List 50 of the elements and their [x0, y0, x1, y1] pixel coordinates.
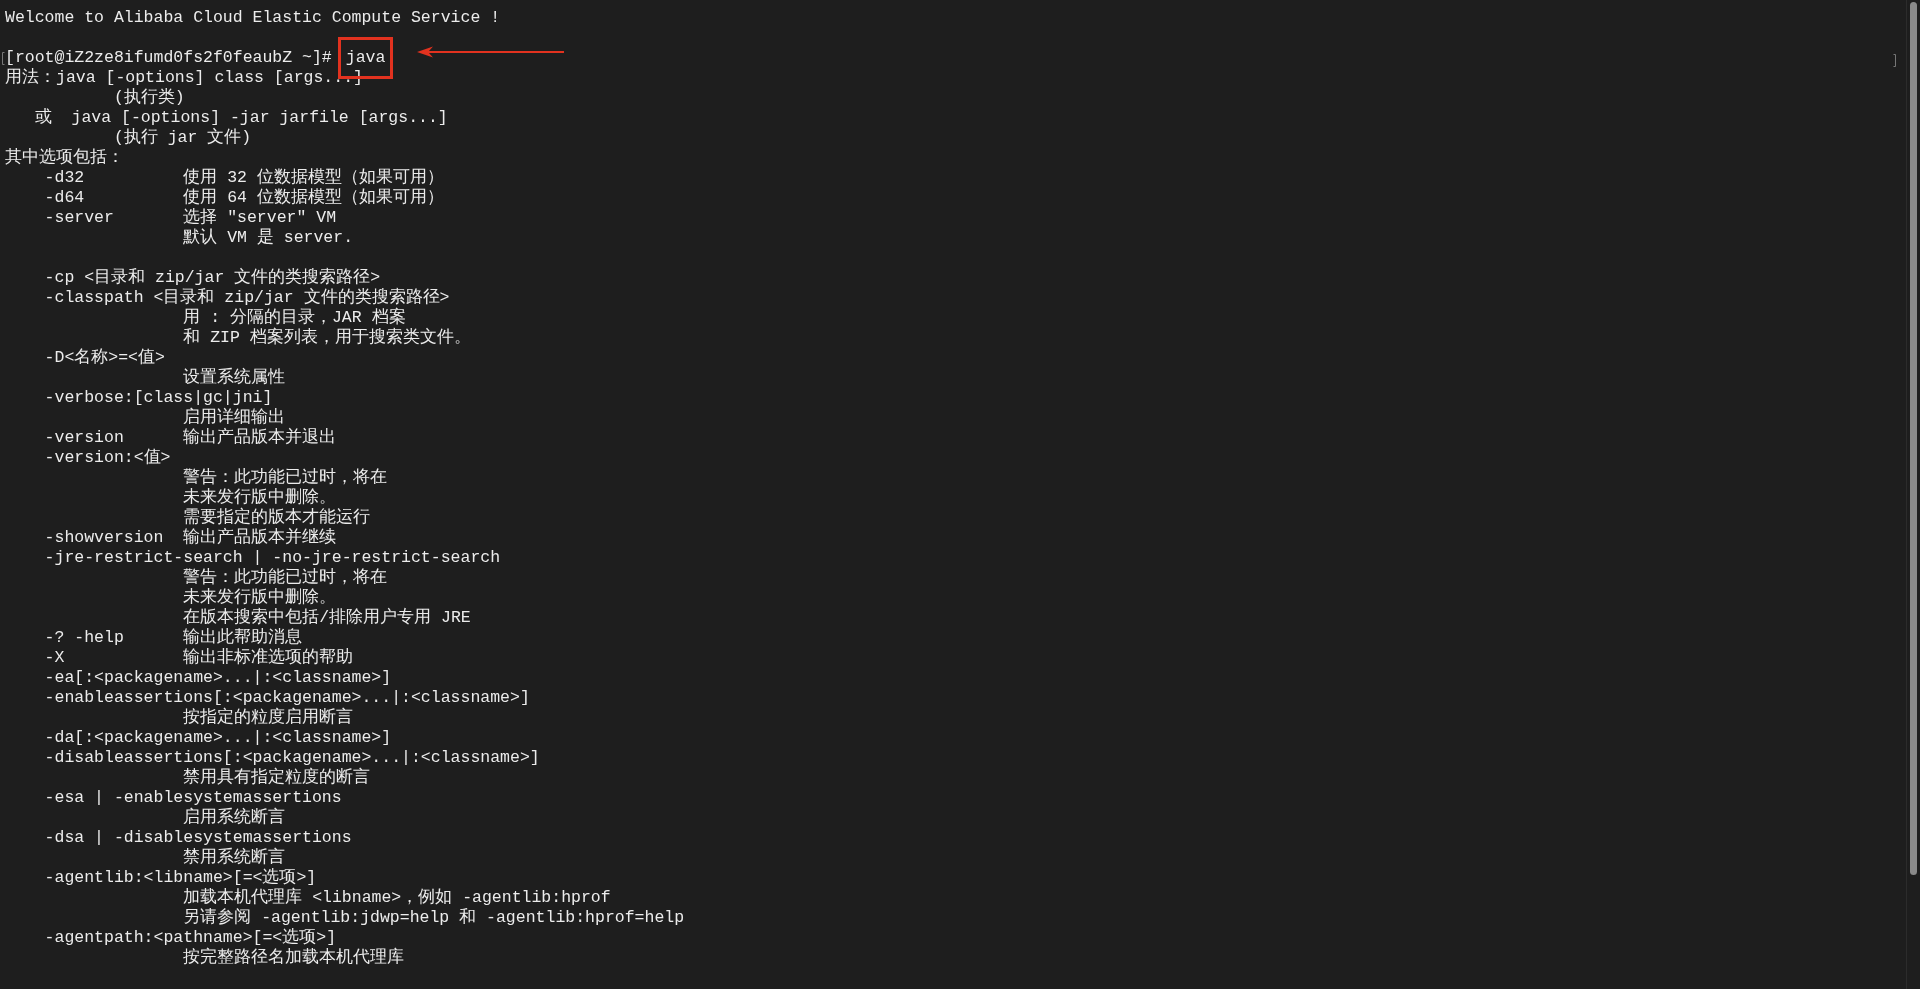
terminal-line: -ea[:<packagename>...|:<classname>]: [43, 668, 392, 688]
terminal-line: -X 输出非标准选项的帮助: [43, 648, 354, 668]
terminal-line: 或 java [-options] -jar jarfile [args...]: [33, 108, 448, 128]
terminal-line: -jre-restrict-search | -no-jre-restrict-search: [43, 548, 501, 568]
terminal-line: 用法：java [-options] class [args...]: [5, 68, 363, 88]
terminal-line: 设置系统属性: [182, 368, 286, 388]
shell-prompt: [root@iZ2ze8ifumd0fs2f0feaubZ ~]#: [5, 48, 332, 68]
terminal-line: -da[:<packagename>...|:<classname>]: [43, 728, 392, 748]
terminal-line: -cp <目录和 zip/jar 文件的类搜索路径>: [43, 268, 381, 288]
terminal-line: 需要指定的版本才能运行: [182, 508, 371, 528]
terminal-line: -version 输出产品版本并退出: [43, 428, 337, 448]
terminal-line: 按指定的粒度启用断言: [182, 708, 354, 728]
terminal-line: -D<名称>=<值>: [43, 348, 165, 368]
terminal-line: 加载本机代理库 <libname>，例如 -agentlib:hprof: [182, 888, 611, 908]
terminal-line: 未来发行版中删除。: [182, 488, 337, 507]
terminal-line: -dsa | -disablesystemassertions: [43, 828, 352, 847]
terminal-line: -d32 使用 32 位数据模型（如果可用）: [43, 168, 444, 188]
scrollbar-thumb[interactable]: [1910, 2, 1917, 875]
terminal-line: -enableassertions[:<packagename>...|:<classname>]: [43, 688, 530, 707]
terminal-line: 启用系统断言: [182, 808, 286, 828]
line-marker-icon: [1893, 54, 1896, 67]
terminal-line: 按完整路径名加载本机代理库: [182, 948, 405, 968]
terminal-line: -agentpath:<pathname>[=<选项>]: [43, 928, 337, 947]
terminal-line: -agentlib:<libname>[=<选项>]: [43, 868, 317, 887]
terminal-line: 未来发行版中删除。: [182, 588, 337, 608]
terminal-line: -classpath <目录和 zip/jar 文件的类搜索路径>: [43, 288, 450, 307]
terminal-line: 其中选项包括：: [5, 148, 124, 168]
terminal-line: -esa | -enablesystemassertions: [43, 788, 342, 807]
terminal-line: 禁用系统断言: [182, 848, 286, 868]
terminal-line: 在版本搜索中包括/排除用户专用 JRE: [182, 608, 471, 628]
terminal-line: Welcome to Alibaba Cloud Elastic Compute Service !: [5, 8, 501, 28]
terminal-line: 警告：此功能已过时，将在: [182, 468, 388, 488]
terminal-line: 禁用具有指定粒度的断言: [182, 768, 371, 788]
arrow-icon: [417, 46, 566, 58]
terminal-line: 用 : 分隔的目录，JAR 档案: [182, 308, 406, 327]
terminal-line: -? -help 输出此帮助消息: [43, 628, 303, 648]
terminal-line: (执行类): [112, 88, 185, 108]
terminal-line: -version:<值>: [43, 448, 171, 468]
terminal-line: -verbose:[class|gc|jni]: [43, 388, 273, 407]
terminal-line: 警告：此功能已过时，将在: [182, 568, 388, 588]
terminal-line: 默认 VM 是 server.: [182, 228, 354, 248]
terminal-line: (执行 jar 文件): [112, 128, 252, 148]
terminal-line: -showversion 输出产品版本并继续: [43, 528, 337, 548]
terminal-line: -server 选择 "server" VM: [43, 208, 337, 228]
terminal-line: -d64 使用 64 位数据模型（如果可用）: [43, 188, 444, 208]
terminal-line: 另请参阅 -agentlib:jdwp=help 和 -agentlib:hprof=help: [182, 908, 685, 928]
terminal-line: 和 ZIP 档案列表，用于搜索类文件。: [182, 328, 471, 348]
terminal-line: 启用详细输出: [182, 408, 286, 428]
terminal-line: -disableassertions[:<packagename>...|:<classname>]: [43, 748, 540, 767]
line-marker-icon: [2, 52, 5, 65]
